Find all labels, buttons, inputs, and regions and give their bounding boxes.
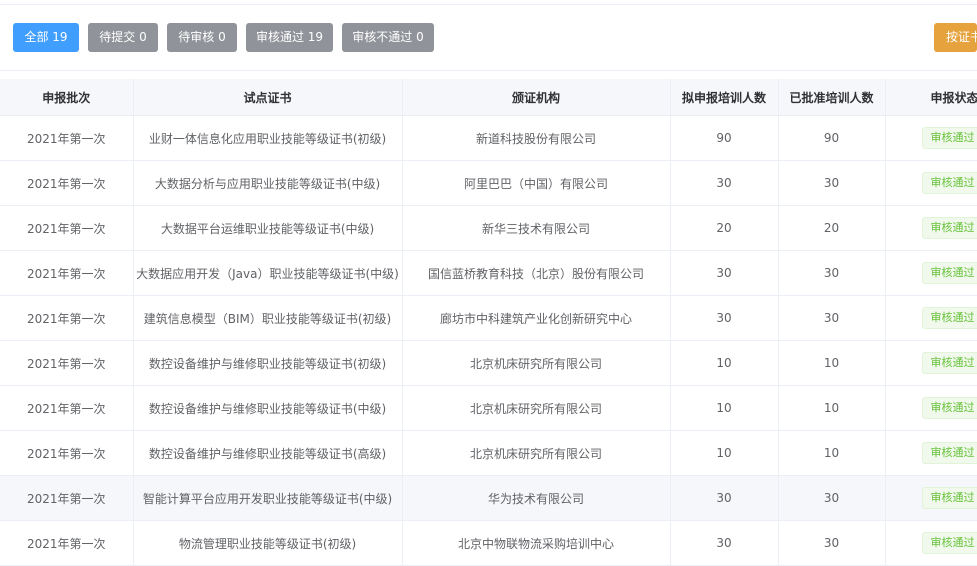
cell-approved-count: 30 <box>778 521 885 566</box>
cell-planned-count: 20 <box>670 206 778 251</box>
filter-approved-button[interactable]: 审核通过 19 <box>246 23 333 52</box>
cell-issuing-org: 新道科技股份有限公司 <box>402 116 670 161</box>
header-batch[interactable]: 申报批次 <box>0 79 133 116</box>
cell-batch: 2021年第一次 <box>0 206 133 251</box>
cell-planned-count: 10 <box>670 386 778 431</box>
cell-certificate: 业财一体信息化应用职业技能等级证书(初级) <box>133 116 402 161</box>
cell-certificate: 建筑信息模型（BIM）职业技能等级证书(初级) <box>133 296 402 341</box>
status-badge: 审核通过 <box>922 532 977 554</box>
table-row[interactable]: 2021年第一次 物流管理职业技能等级证书(初级) 北京中物联物流采购培训中心 … <box>0 521 977 566</box>
cell-issuing-org: 国信蓝桥教育科技（北京）股份有限公司 <box>402 251 670 296</box>
table-row[interactable]: 2021年第一次 建筑信息模型（BIM）职业技能等级证书(初级) 廊坊市中科建筑… <box>0 296 977 341</box>
cell-batch: 2021年第一次 <box>0 386 133 431</box>
cell-batch: 2021年第一次 <box>0 116 133 161</box>
top-divider <box>0 4 977 5</box>
header-approved-count[interactable]: 已批准培训人数 <box>778 79 885 116</box>
cell-batch: 2021年第一次 <box>0 296 133 341</box>
cell-issuing-org: 北京中物联物流采购培训中心 <box>402 521 670 566</box>
cell-status: 审核通过 <box>885 431 977 476</box>
cell-status: 审核通过 <box>885 161 977 206</box>
cell-planned-count: 30 <box>670 521 778 566</box>
cell-issuing-org: 阿里巴巴（中国）有限公司 <box>402 161 670 206</box>
table-row[interactable]: 2021年第一次 数控设备维护与维修职业技能等级证书(高级) 北京机床研究所有限… <box>0 431 977 476</box>
status-filter-bar: 全部 19 待提交 0 待审核 0 审核通过 19 审核不通过 0 按证书 <box>0 23 977 53</box>
table-row[interactable]: 2021年第一次 业财一体信息化应用职业技能等级证书(初级) 新道科技股份有限公… <box>0 116 977 161</box>
cell-approved-count: 10 <box>778 341 885 386</box>
status-badge: 审核通过 <box>922 487 977 509</box>
cell-status: 审核通过 <box>885 251 977 296</box>
cell-planned-count: 30 <box>670 296 778 341</box>
cell-approved-count: 20 <box>778 206 885 251</box>
cell-status: 审核通过 <box>885 521 977 566</box>
cell-certificate: 智能计算平台应用开发职业技能等级证书(中级) <box>133 476 402 521</box>
cell-issuing-org: 北京机床研究所有限公司 <box>402 386 670 431</box>
cell-certificate: 数控设备维护与维修职业技能等级证书(中级) <box>133 386 402 431</box>
section-divider <box>0 70 977 71</box>
cell-issuing-org: 北京机床研究所有限公司 <box>402 341 670 386</box>
cell-planned-count: 10 <box>670 341 778 386</box>
cell-status: 审核通过 <box>885 341 977 386</box>
filter-pending-review-button[interactable]: 待审核 0 <box>167 23 237 52</box>
cell-approved-count: 30 <box>778 296 885 341</box>
cell-approved-count: 30 <box>778 476 885 521</box>
cell-batch: 2021年第一次 <box>0 341 133 386</box>
table-row[interactable]: 2021年第一次 大数据分析与应用职业技能等级证书(中级) 阿里巴巴（中国）有限… <box>0 161 977 206</box>
cell-approved-count: 10 <box>778 431 885 476</box>
filter-pending-submit-button[interactable]: 待提交 0 <box>88 23 158 52</box>
cell-issuing-org: 华为技术有限公司 <box>402 476 670 521</box>
cell-certificate: 物流管理职业技能等级证书(初级) <box>133 521 402 566</box>
cell-planned-count: 30 <box>670 476 778 521</box>
cell-certificate: 大数据分析与应用职业技能等级证书(中级) <box>133 161 402 206</box>
cell-approved-count: 90 <box>778 116 885 161</box>
status-badge: 审核通过 <box>922 217 977 239</box>
cell-approved-count: 30 <box>778 251 885 296</box>
cell-planned-count: 30 <box>670 161 778 206</box>
declaration-table: 申报批次 试点证书 颁证机构 拟申报培训人数 已批准培训人数 申报状态 2021… <box>0 79 977 566</box>
cell-batch: 2021年第一次 <box>0 161 133 206</box>
cell-certificate: 大数据应用开发（Java）职业技能等级证书(中级) <box>133 251 402 296</box>
table-row[interactable]: 2021年第一次 数控设备维护与维修职业技能等级证书(初级) 北京机床研究所有限… <box>0 341 977 386</box>
status-badge: 审核通过 <box>922 172 977 194</box>
cell-approved-count: 10 <box>778 386 885 431</box>
table-row[interactable]: 2021年第一次 大数据平台运维职业技能等级证书(中级) 新华三技术有限公司 2… <box>0 206 977 251</box>
cell-status: 审核通过 <box>885 386 977 431</box>
cell-planned-count: 90 <box>670 116 778 161</box>
cell-batch: 2021年第一次 <box>0 251 133 296</box>
cell-approved-count: 30 <box>778 161 885 206</box>
header-issuing-org[interactable]: 颁证机构 <box>402 79 670 116</box>
header-planned-count[interactable]: 拟申报培训人数 <box>670 79 778 116</box>
cell-issuing-org: 北京机床研究所有限公司 <box>402 431 670 476</box>
cell-status: 审核通过 <box>885 116 977 161</box>
table-row[interactable]: 2021年第一次 智能计算平台应用开发职业技能等级证书(中级) 华为技术有限公司… <box>0 476 977 521</box>
cell-batch: 2021年第一次 <box>0 521 133 566</box>
cell-issuing-org: 新华三技术有限公司 <box>402 206 670 251</box>
cell-status: 审核通过 <box>885 296 977 341</box>
cell-issuing-org: 廊坊市中科建筑产业化创新研究中心 <box>402 296 670 341</box>
cell-status: 审核通过 <box>885 206 977 251</box>
table-header-row: 申报批次 试点证书 颁证机构 拟申报培训人数 已批准培训人数 申报状态 <box>0 79 977 116</box>
cell-planned-count: 30 <box>670 251 778 296</box>
cell-planned-count: 10 <box>670 431 778 476</box>
header-certificate[interactable]: 试点证书 <box>133 79 402 116</box>
cell-status: 审核通过 <box>885 476 977 521</box>
cell-certificate: 数控设备维护与维修职业技能等级证书(初级) <box>133 341 402 386</box>
status-badge: 审核通过 <box>922 397 977 419</box>
cell-batch: 2021年第一次 <box>0 476 133 521</box>
cell-certificate: 大数据平台运维职业技能等级证书(中级) <box>133 206 402 251</box>
table-row[interactable]: 2021年第一次 数控设备维护与维修职业技能等级证书(中级) 北京机床研究所有限… <box>0 386 977 431</box>
status-badge: 审核通过 <box>922 262 977 284</box>
table-row[interactable]: 2021年第一次 大数据应用开发（Java）职业技能等级证书(中级) 国信蓝桥教… <box>0 251 977 296</box>
status-badge: 审核通过 <box>922 307 977 329</box>
cell-batch: 2021年第一次 <box>0 431 133 476</box>
header-status[interactable]: 申报状态 <box>885 79 977 116</box>
status-badge: 审核通过 <box>922 352 977 374</box>
cell-certificate: 数控设备维护与维修职业技能等级证书(高级) <box>133 431 402 476</box>
filter-rejected-button[interactable]: 审核不通过 0 <box>342 23 434 52</box>
filter-by-cert-button[interactable]: 按证书 <box>934 23 977 52</box>
filter-all-button[interactable]: 全部 19 <box>13 23 79 52</box>
status-badge: 审核通过 <box>922 442 977 464</box>
status-badge: 审核通过 <box>922 127 977 149</box>
